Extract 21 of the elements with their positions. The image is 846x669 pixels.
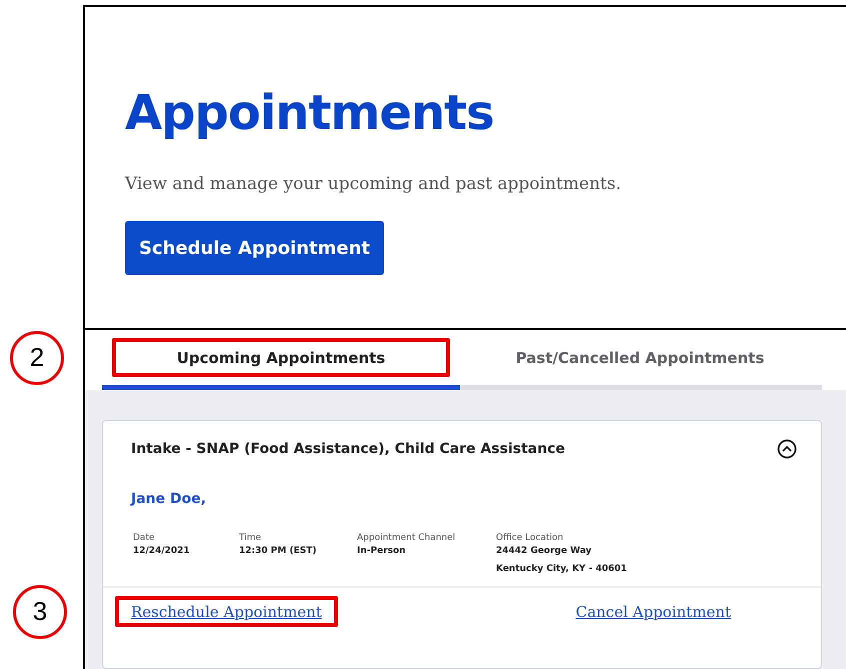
reschedule-link[interactable]: Reschedule Appointment: [131, 603, 322, 621]
appointment-title: Intake - SNAP (Food Assistance), Child Care Assistance: [131, 441, 565, 457]
field-label: Office Location: [496, 533, 564, 543]
field-label: Date: [133, 533, 156, 543]
callout-number: 3: [13, 584, 67, 638]
field-label: Time: [239, 533, 262, 543]
schedule-button[interactable]: Schedule Appointment: [125, 221, 384, 275]
field-value: 24442 George Way: [496, 546, 593, 556]
person-name: Jane Doe,: [131, 491, 208, 507]
cancel-link[interactable]: Cancel Appointment: [576, 603, 731, 621]
field-label: Appointment Channel: [357, 533, 456, 543]
collapse-icon[interactable]: [777, 439, 797, 459]
field-value: In-Person: [357, 546, 407, 556]
field-value: 12/24/2021: [133, 546, 191, 556]
page-title: Appointments: [125, 85, 495, 141]
field-value: 12:30 PM (EST): [239, 546, 318, 556]
tab[interactable]: Past/Cancelled Appointments: [460, 330, 820, 390]
tab[interactable]: Upcoming Appointments: [102, 330, 460, 390]
page-subtitle: View and manage your upcoming and past appointments.: [125, 173, 622, 195]
callout-number: 2: [10, 330, 64, 384]
field-value: Kentucky City, KY - 40601: [496, 564, 628, 574]
